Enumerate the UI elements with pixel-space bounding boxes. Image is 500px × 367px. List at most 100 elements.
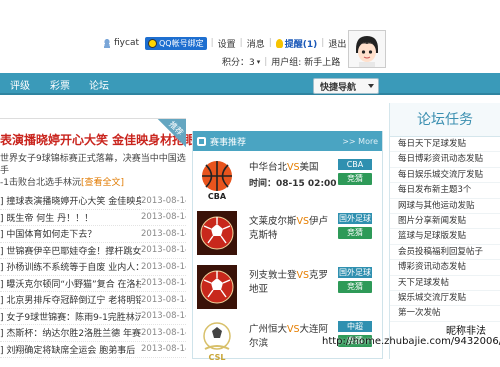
vs-label: VS [287,162,300,173]
recommend-corner-badge: 推荐 [148,119,186,157]
task-item[interactable]: 每日发布新主题3个 [390,183,500,199]
news-date: 2013-08-14 [141,195,186,206]
list-item[interactable]: ] 女子9球世锦赛：陈雨9-1完胜林沅 2013-08-14 [0,309,186,325]
league-tag[interactable]: 中超 [338,321,372,332]
tasks-title: 论坛任务 [390,103,500,137]
list-item[interactable]: ] 杰斯杯：纳达尔胜2洛胜兰德 年赛事 2013-08-14 [0,325,186,342]
news-title[interactable]: ] 北京男排斥夺冠醉倒辽宁 老将明铝 [0,293,141,306]
list-item[interactable]: ] 既生帝 何生 丹！！！ 2013-08-14 [0,210,186,226]
news-date: 2013-08-14 [141,278,186,289]
list-item[interactable]: ] 孙杨训练不系统等于自废 业内人： 2013-08-14 [0,259,186,276]
feature-desc-line1: 世界女子9球锦标赛正式落幕，决赛当中中国选手 [0,154,186,176]
task-item[interactable]: 第一次发帖 [390,306,500,322]
logout-link[interactable]: 退出 [328,37,346,50]
news-title[interactable]: ] 撞球表演播晓婷开心大笑 金佳映身 [0,194,141,207]
points-link[interactable]: 积分：3 [222,55,255,68]
main-nav: 评级 彩票 论坛 [0,73,500,95]
recommend-badge-label: 推荐 [167,119,185,138]
quick-nav-dropdown[interactable]: 快捷导航 [313,78,379,94]
qq-icon [148,38,157,48]
match-recommend-panel: 赛事推荐 >> More CBA 中华台北VS美国 时间：08-15 02:00… [192,131,383,362]
news-title[interactable]: ] 曝沃克尔顿同“小野猫”复合 在洛杉 [0,277,141,290]
csl-logo-icon: CSL [203,322,231,362]
news-title[interactable]: ] 世锦赛伊辛巴耶娃夺金！撑杆跳女 [0,244,141,257]
messages-link[interactable]: 消息 [247,37,265,50]
match-teams[interactable]: 中华台北VS美国 [249,161,337,175]
task-item[interactable]: 网球与其他运动发贴 [390,199,500,214]
list-item[interactable]: ] 北京男排斥夺冠醉倒辽宁 老将明铝 2013-08-14 [0,292,186,309]
more-link[interactable]: >> More [342,137,378,146]
nav-item-lottery[interactable]: 彩票 [50,77,70,92]
news-title[interactable]: ] 中国体育如何走下去？ [0,227,141,240]
nav-item-rating[interactable]: 评级 [10,77,30,92]
list-item[interactable]: ] 刘翔确定将缺席全运会 胞弟事后 2013-08-14 [0,342,186,358]
guess-button[interactable]: 竞猜 [338,173,372,185]
match-teams[interactable]: 文莱皮尔斯VS伊卢克斯特 [249,215,337,243]
task-item[interactable]: 天下足球发帖 [390,276,500,291]
vs-label: VS [296,216,310,227]
soccer-ball-icon [197,211,237,255]
feature-description: 世界女子9球锦标赛正式落幕，决赛当中中国选手 -1击败台北选手林沅[查看全文] [0,153,186,189]
top-header: fiycat QQ帐号绑定 | 设置 | 消息 | 提醒(1) | 退出 积分：… [0,0,500,70]
settings-link[interactable]: 设置 [218,37,236,50]
divider: | [210,38,214,48]
avatar-face-icon [349,31,385,67]
qq-bind-button[interactable]: QQ帐号绑定 [145,36,207,50]
read-more-link[interactable]: [查看全文] [81,178,124,188]
guess-button[interactable]: 竞猜 [338,281,372,293]
panel-title: 赛事推荐 [210,137,247,148]
task-item[interactable]: 博彩资讯动态发帖 [390,260,500,276]
chevron-down-icon[interactable]: ▾ [257,58,261,66]
nav-item-forum[interactable]: 论坛 [89,77,109,92]
chevron-down-icon [368,84,374,88]
home-team: 广州恒大 [249,324,288,335]
league-tag[interactable]: 国外足球 [338,267,372,278]
news-date: 2013-08-14 [141,212,186,223]
divider: | [321,38,325,48]
news-list: ] 撞球表演播晓婷开心大笑 金佳映身 2013-08-14 ] 既生帝 何生 丹！… [0,193,186,358]
home-team: 列支敦士登 [249,270,297,281]
list-item[interactable]: ] 曝沃克尔顿同“小野猫”复合 在洛杉 2013-08-14 [0,276,186,292]
task-item[interactable]: 图片分享新闻发贴 [390,214,500,230]
news-title[interactable]: ] 刘翔确定将缺席全运会 胞弟事后 [0,343,141,356]
home-team: 文莱皮尔斯 [249,216,297,227]
username-link[interactable]: fiycat [114,38,139,48]
news-title[interactable]: ] 孙杨训练不系统等于自废 业内人： [0,260,141,273]
feature-desc-line2: -1击败台北选手林沅 [0,178,81,188]
list-item[interactable]: ] 撞球表演播晓婷开心大笑 金佳映身 2013-08-14 [0,193,186,210]
news-title[interactable]: ] 杰斯杯：纳达尔胜2洛胜兰德 年赛事 [0,326,141,339]
guess-button[interactable]: 竞猜 [338,227,372,239]
list-item[interactable]: ] 世锦赛伊辛巴耶娃夺金！撑杆跳女 2013-08-14 [0,243,186,259]
task-item[interactable]: 会员投稿福利回复帖子 [390,245,500,261]
avatar[interactable] [348,30,386,68]
news-title[interactable]: ] 既生帝 何生 丹！！！ [0,211,141,224]
points-bar: 积分：3 ▾ | 用户组: 新手上路 [222,55,340,69]
user-icon [103,38,111,48]
qq-bind-label: QQ帐号绑定 [159,38,204,48]
soccer-ball-icon [197,265,237,309]
list-item[interactable]: ] 中国体育如何走下去？ 2013-08-14 [0,226,186,243]
feature-news-panel: 表演播晓婷开心大笑 金佳映身材抢眼 推荐 世界女子9球锦标赛正式落幕，决赛当中中… [0,118,196,359]
csl-logo-text: CSL [209,353,226,362]
news-date: 2013-08-14 [141,228,186,239]
task-item[interactable]: 每日娱乐城交流厅发贴 [390,168,500,184]
match-item: 文莱皮尔斯VS伊卢克斯特 国外足球 竞猜 [197,211,380,259]
divider: | [239,38,243,48]
news-title[interactable]: ] 女子9球世锦赛：陈雨9-1完胜林沅 [0,310,141,323]
user-group-link[interactable]: 用户组: 新手上路 [271,55,340,68]
league-tag[interactable]: 国外足球 [338,213,372,224]
task-item[interactable]: 每日博彩资讯动态发贴 [390,152,500,168]
news-date: 2013-08-14 [141,294,186,305]
news-date: 2013-08-14 [141,311,186,322]
match-item: CBA 中华台北VS美国 时间：08-15 02:00 CBA 竞猜 [197,157,380,205]
bulb-icon [275,38,283,48]
task-item[interactable]: 娱乐城交流厅发贴 [390,291,500,307]
match-item: 列支敦士登VS克罗地亚 国外足球 竞猜 [197,265,380,313]
reminder-link[interactable]: 提醒(1) [285,37,318,50]
match-teams[interactable]: 列支敦士登VS克罗地亚 [249,269,337,297]
task-item[interactable]: 篮球与足球版发贴 [390,229,500,245]
league-tag[interactable]: CBA [338,159,372,170]
task-item[interactable]: 每日天下足球发贴 [390,137,500,153]
news-date: 2013-08-14 [141,327,186,338]
news-date: 2013-08-14 [141,261,186,272]
